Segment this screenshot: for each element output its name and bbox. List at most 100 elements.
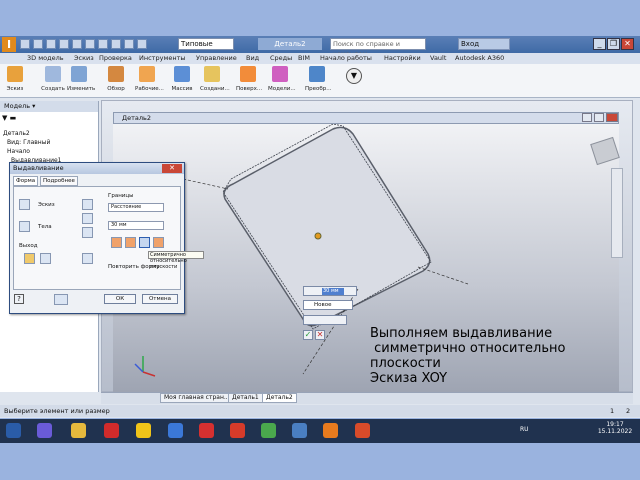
tab-manage[interactable]: Управление xyxy=(196,54,237,62)
filter-icon[interactable]: ▼ ▬ xyxy=(2,114,16,122)
close-button[interactable]: ✕ xyxy=(621,38,634,50)
tab-get-started[interactable]: Начало работы xyxy=(320,54,372,62)
tree-item-origin[interactable]: Начало xyxy=(7,148,30,155)
ribbon-icon xyxy=(108,66,124,82)
join-icon[interactable] xyxy=(82,199,93,210)
ribbon-button[interactable]: Создани... xyxy=(200,65,230,97)
mode-combo[interactable]: Новое xyxy=(303,300,353,310)
clock[interactable]: 19:17 15.11.2022 xyxy=(595,421,635,435)
ribbon-button[interactable]: Преобр... xyxy=(305,65,332,97)
tab-a360[interactable]: Autodesk A360 xyxy=(455,54,504,62)
doc-close-button[interactable] xyxy=(606,113,618,122)
doc-minimize-button[interactable] xyxy=(582,113,592,122)
extent-handle[interactable] xyxy=(314,232,322,240)
ribbon-button[interactable]: Рабочие... xyxy=(135,65,164,97)
dialog-close-button[interactable]: ✕ xyxy=(162,164,182,173)
output-label: Выход xyxy=(19,243,38,249)
navigation-bar[interactable] xyxy=(611,168,623,258)
caption-line: симметрично относительно xyxy=(370,341,566,356)
taskbar-app-icon[interactable] xyxy=(323,423,338,438)
solids-select-icon[interactable] xyxy=(19,221,30,232)
ribbon-button[interactable]: Создать xyxy=(41,65,65,97)
tab-more[interactable]: Подробнее xyxy=(40,176,78,186)
ribbon-button[interactable]: Массив xyxy=(170,65,194,97)
extents-combo[interactable]: Расстояние xyxy=(108,203,164,212)
cut-icon[interactable] xyxy=(82,213,93,224)
undo-icon[interactable] xyxy=(59,39,69,49)
tree-item-part[interactable]: Деталь2 xyxy=(3,130,30,137)
slide-caption: Выполняем выдавливание симметрично относ… xyxy=(370,326,565,386)
ok-check-icon[interactable]: ✓ xyxy=(303,330,313,340)
taskbar-app-icon[interactable] xyxy=(37,423,52,438)
open-icon[interactable] xyxy=(33,39,43,49)
ribbon-icon xyxy=(139,66,155,82)
user-sign-in[interactable]: Вход xyxy=(458,38,510,50)
color-icon[interactable] xyxy=(137,39,147,49)
help-search-input[interactable]: Поиск по справке и командам xyxy=(330,38,426,58)
ribbon-label: Рабочие... xyxy=(135,86,164,92)
tab-vault[interactable]: Vault xyxy=(430,54,446,62)
symmetric-icon[interactable] xyxy=(139,237,150,248)
tab-sketch[interactable]: Эскиз xyxy=(74,54,94,62)
tab-view[interactable]: Вид xyxy=(246,54,259,62)
new-icon[interactable] xyxy=(20,39,30,49)
tab-part1[interactable]: Деталь1 xyxy=(228,393,263,403)
ribbon-button[interactable]: Модели... xyxy=(268,65,296,97)
maximize-button[interactable]: ❐ xyxy=(607,38,620,50)
taskbar-app-icon[interactable] xyxy=(199,423,214,438)
redo-icon[interactable] xyxy=(72,39,82,49)
taper-icon[interactable] xyxy=(82,253,93,264)
tab-tools[interactable]: Инструменты xyxy=(139,54,186,62)
distance-field[interactable]: 30 мм xyxy=(108,221,164,230)
direction2-icon[interactable] xyxy=(125,237,136,248)
tab-shape[interactable]: Форма xyxy=(13,176,39,186)
output-surface-icon[interactable] xyxy=(40,253,51,264)
measure-icon[interactable] xyxy=(124,39,134,49)
ribbon-button[interactable]: Обзор xyxy=(104,65,128,97)
taskbar-app-icon[interactable] xyxy=(261,423,276,438)
minimize-button[interactable]: _ xyxy=(593,38,606,50)
extruded-plate[interactable] xyxy=(222,124,432,330)
tab-settings[interactable]: Настройки xyxy=(384,54,421,62)
preview-icon[interactable] xyxy=(54,294,68,305)
taskbar-app-icon[interactable] xyxy=(292,423,307,438)
taskbar-app-icon[interactable] xyxy=(71,423,86,438)
tab-environments[interactable]: Среды xyxy=(270,54,292,62)
taskbar-app-icon[interactable] xyxy=(6,423,21,438)
direction1-icon[interactable] xyxy=(111,237,122,248)
tab-part2[interactable]: Деталь2 xyxy=(262,393,297,403)
asymmetric-icon[interactable] xyxy=(153,237,164,248)
update-icon[interactable] xyxy=(111,39,121,49)
ribbon-button[interactable]: Эскиз xyxy=(3,65,27,97)
select-icon[interactable] xyxy=(98,39,108,49)
output-solid-icon[interactable] xyxy=(24,253,35,264)
tree-item-view[interactable]: Вид: Главный xyxy=(7,139,50,146)
cancel-button[interactable]: Отмена xyxy=(142,294,178,304)
profile-select-icon[interactable] xyxy=(19,199,30,210)
ribbon-button[interactable]: Изменить xyxy=(67,65,95,97)
style-combo[interactable]: Типовые xyxy=(178,38,234,50)
taskbar-app-icon[interactable] xyxy=(168,423,183,438)
ribbon-button[interactable]: Поверх... xyxy=(236,65,262,97)
taskbar-app-icon[interactable] xyxy=(230,423,245,438)
intersect-icon[interactable] xyxy=(82,227,93,238)
doc-restore-button[interactable] xyxy=(594,113,604,122)
taskbar-app-icon[interactable] xyxy=(104,423,119,438)
tab-3d-model[interactable]: 3D модель xyxy=(27,54,64,62)
help-icon[interactable]: ? xyxy=(14,294,24,304)
language-indicator[interactable]: RU xyxy=(520,426,529,433)
cancel-x-icon[interactable]: ✕ xyxy=(315,330,325,340)
save-icon[interactable] xyxy=(46,39,56,49)
home-icon[interactable] xyxy=(85,39,95,49)
tab-inspect[interactable]: Проверка xyxy=(99,54,132,62)
taskbar-app-icon[interactable] xyxy=(136,423,151,438)
distance-input[interactable]: 30 мм xyxy=(322,288,344,295)
ok-button[interactable]: ОК xyxy=(104,294,136,304)
expand-icon[interactable]: ▼ xyxy=(346,68,362,84)
app-logo[interactable]: I xyxy=(2,37,16,52)
tab-bim[interactable]: BIM xyxy=(298,54,310,62)
tab-home[interactable]: Моя главная стран... xyxy=(160,393,234,403)
model-browser-title[interactable]: Модель ▾ xyxy=(0,101,98,112)
direction-buttons[interactable] xyxy=(303,315,347,325)
taskbar-app-icon[interactable] xyxy=(355,423,370,438)
